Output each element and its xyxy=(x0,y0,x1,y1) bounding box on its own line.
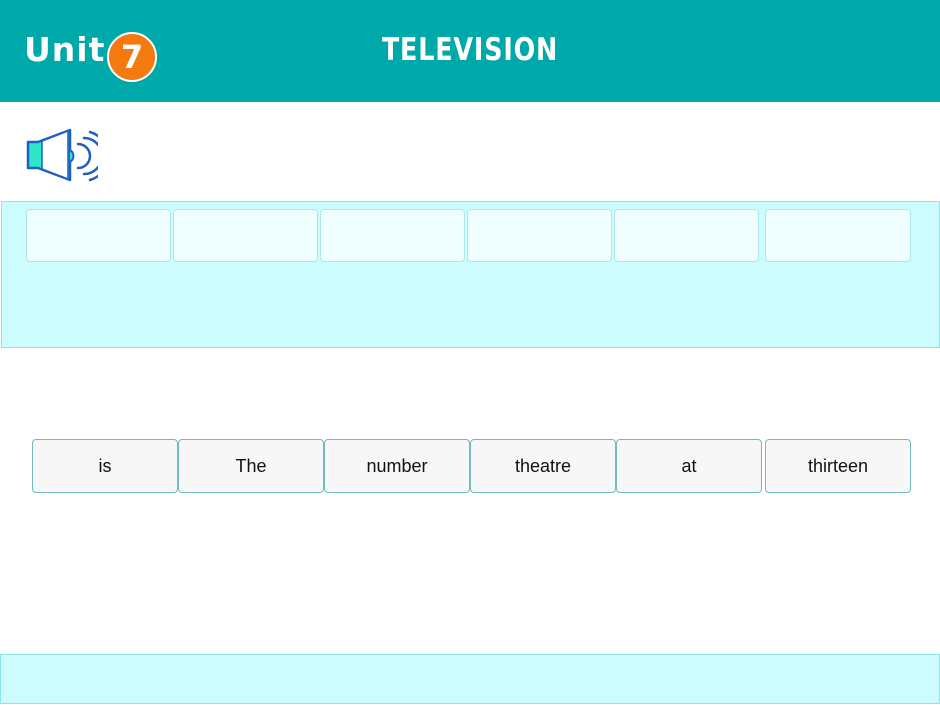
word-tile-the[interactable]: The xyxy=(178,439,324,493)
footer-bar xyxy=(0,654,940,704)
answer-slot-6[interactable] xyxy=(765,209,911,262)
word-tile-is[interactable]: is xyxy=(32,439,178,493)
answer-slot-1[interactable] xyxy=(26,209,171,262)
word-tile-theatre[interactable]: theatre xyxy=(470,439,616,493)
header-bar: Unit 7 TELEVISION xyxy=(0,0,940,102)
word-tile-thirteen[interactable]: thirteen xyxy=(765,439,911,493)
speaker-icon[interactable] xyxy=(24,128,98,184)
word-tile-at[interactable]: at xyxy=(616,439,762,493)
answer-slot-4[interactable] xyxy=(467,209,612,262)
answer-slot-2[interactable] xyxy=(173,209,318,262)
page-title: TELEVISION xyxy=(381,32,559,68)
answer-slot-5[interactable] xyxy=(614,209,759,262)
word-tile-number[interactable]: number xyxy=(324,439,470,493)
unit-label: Unit xyxy=(24,30,106,69)
unit-number-badge: 7 xyxy=(107,32,157,82)
answer-slot-3[interactable] xyxy=(320,209,465,262)
